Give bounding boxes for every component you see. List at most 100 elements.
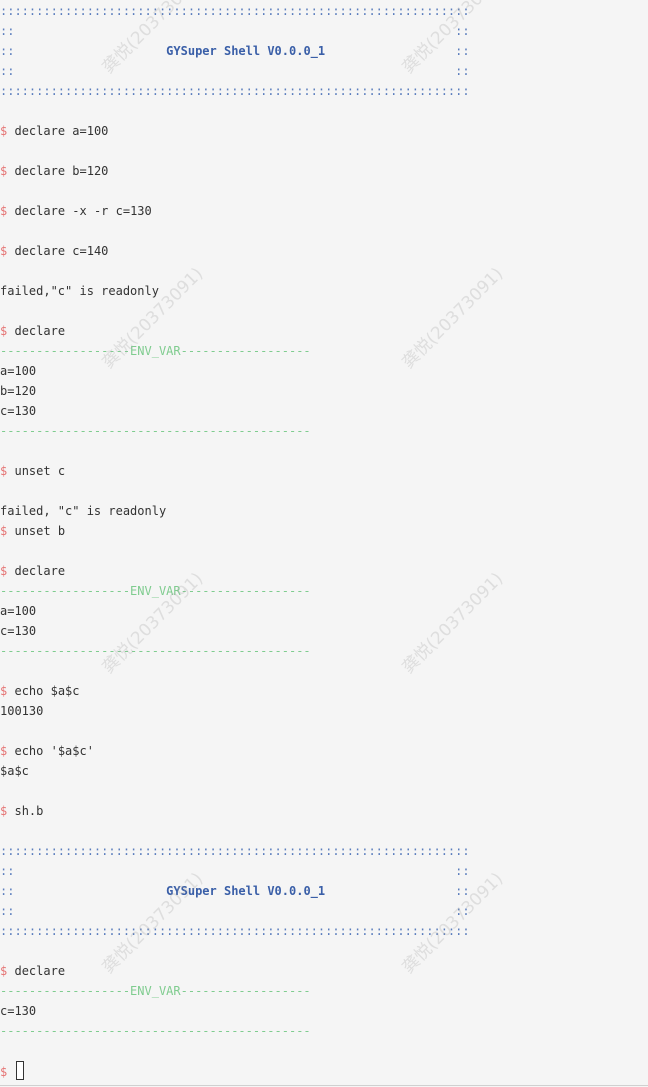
output-line: c=130 (0, 621, 648, 641)
terminal-bottom-border (0, 1085, 648, 1086)
banner-dots: ::::::::::::::::::::::::::::::::::::::::… (0, 84, 470, 98)
command-line: $ echo $a$c (0, 681, 648, 701)
prompt-symbol: $ (0, 124, 8, 138)
env-var-separator: ------------------ENV_VAR---------------… (0, 341, 648, 361)
banner-left-edge: :: (0, 64, 15, 78)
command-text: declare (14, 564, 66, 578)
terminal-output: ::::::::::::::::::::::::::::::::::::::::… (0, 1, 648, 1081)
output-text: $a$c (0, 764, 29, 778)
command-line: $ declare (0, 961, 648, 981)
output-text: failed, "c" is readonly (0, 504, 167, 518)
prompt-symbol: $ (0, 204, 8, 218)
banner-dots: ::::::::::::::::::::::::::::::::::::::::… (0, 844, 470, 858)
banner-dots: ::::::::::::::::::::::::::::::::::::::::… (0, 4, 470, 18)
banner-edge-row: :: :: (0, 21, 648, 41)
output-text: c=130 (0, 624, 37, 638)
banner-right-edge: :: (455, 904, 470, 918)
prompt-symbol: $ (0, 244, 8, 258)
output-line: c=130 (0, 401, 648, 421)
env-var-separator: ----------------------------------------… (0, 1021, 648, 1041)
command-text: declare (14, 324, 66, 338)
prompt-symbol: $ (0, 524, 8, 538)
separator-text: ----------------------------------------… (0, 1024, 311, 1038)
output-text: a=100 (0, 364, 37, 378)
command-line: $ declare (0, 321, 648, 341)
env-var-separator: ------------------ENV_VAR---------------… (0, 981, 648, 1001)
banner-border: ::::::::::::::::::::::::::::::::::::::::… (0, 81, 648, 101)
input-line: $ (0, 1061, 648, 1081)
text-cursor[interactable] (16, 1061, 25, 1080)
command-text: declare -x -r c=130 (14, 204, 152, 218)
banner-right-edge: :: (455, 24, 470, 38)
banner-left-edge: :: (0, 864, 15, 878)
banner-left-edge: :: (0, 904, 15, 918)
command-line: $ unset b (0, 521, 648, 541)
output-line: a=100 (0, 601, 648, 621)
terminal-window[interactable]: ::::::::::::::::::::::::::::::::::::::::… (0, 0, 648, 1087)
command-text: unset b (14, 524, 66, 538)
command-line: $ declare b=120 (0, 161, 648, 181)
command-text: declare b=120 (14, 164, 109, 178)
output-line: c=130 (0, 1001, 648, 1021)
separator-text: ------------------ENV_VAR---------------… (0, 984, 311, 998)
output-text: c=130 (0, 1004, 37, 1018)
banner-left-edge: :: (0, 884, 15, 898)
output-line: a=100 (0, 361, 648, 381)
command-line: $ declare -x -r c=130 (0, 201, 648, 221)
banner-right-edge: :: (455, 884, 470, 898)
command-line: $ declare c=140 (0, 241, 648, 261)
prompt-symbol: $ (0, 964, 8, 978)
command-line: $ unset c (0, 461, 648, 481)
prompt-symbol: $ (0, 744, 8, 758)
banner-edge-row: :: :: (0, 901, 648, 921)
output-line: $a$c (0, 761, 648, 781)
output-line: failed, "c" is readonly (0, 501, 648, 521)
output-text: c=130 (0, 404, 37, 418)
prompt-symbol: $ (0, 564, 8, 578)
command-text: declare a=100 (14, 124, 109, 138)
command-text: echo $a$c (14, 684, 80, 698)
output-line: 100130 (0, 701, 648, 721)
banner-dots: ::::::::::::::::::::::::::::::::::::::::… (0, 924, 470, 938)
output-text: 100130 (0, 704, 44, 718)
command-text: declare c=140 (14, 244, 109, 258)
prompt-symbol: $ (0, 804, 8, 818)
output-text: b=120 (0, 384, 37, 398)
banner-border: ::::::::::::::::::::::::::::::::::::::::… (0, 841, 648, 861)
output-line: failed,"c" is readonly (0, 281, 648, 301)
separator-text: ----------------------------------------… (0, 424, 311, 438)
banner-right-edge: :: (455, 64, 470, 78)
output-text: a=100 (0, 604, 37, 618)
prompt-symbol: $ (0, 324, 8, 338)
banner-title: GYSuper Shell V0.0.0_1 (166, 44, 326, 58)
env-var-separator: ----------------------------------------… (0, 641, 648, 661)
command-line: $ echo '$a$c' (0, 741, 648, 761)
command-text: echo '$a$c' (14, 744, 94, 758)
banner-title: GYSuper Shell V0.0.0_1 (166, 884, 326, 898)
output-text: failed,"c" is readonly (0, 284, 159, 298)
command-line: $ declare (0, 561, 648, 581)
command-text: sh.b (14, 804, 44, 818)
env-var-separator: ------------------ENV_VAR---------------… (0, 581, 648, 601)
command-line: $ declare a=100 (0, 121, 648, 141)
prompt-symbol: $ (0, 684, 8, 698)
prompt-symbol: $ (0, 1065, 8, 1079)
separator-text: ----------------------------------------… (0, 644, 311, 658)
command-text: unset c (14, 464, 66, 478)
banner-title-row: :: GYSuper Shell V0.0.0_1 :: (0, 41, 648, 61)
banner-edge-row: :: :: (0, 861, 648, 881)
command-line: $ sh.b (0, 801, 648, 821)
